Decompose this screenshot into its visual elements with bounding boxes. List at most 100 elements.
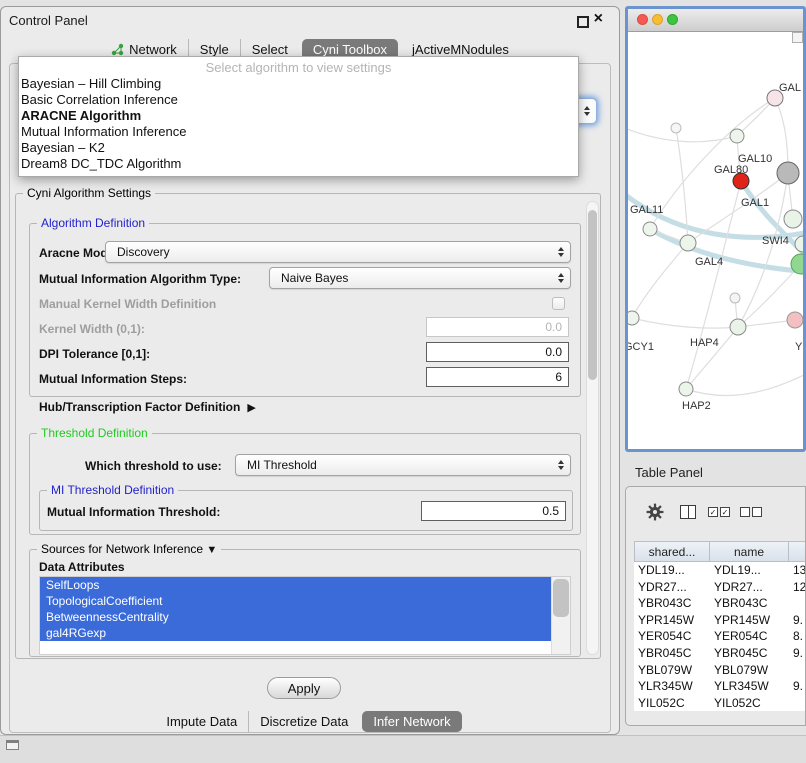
tab-label: Style [200, 42, 229, 57]
node-label: Y [795, 341, 803, 353]
table-row[interactable]: YBR043C YBR043C [634, 595, 806, 612]
algorithm-option[interactable]: ARACNE Algorithm [19, 108, 578, 124]
settings-scrollbar[interactable] [586, 201, 599, 655]
tab-label: Select [252, 42, 288, 57]
mi-threshold-input[interactable]: 0.5 [421, 501, 566, 521]
node-label: GAL10 [738, 153, 772, 165]
network-edge[interactable] [632, 243, 688, 318]
aracne-mode-select[interactable]: Discovery [105, 241, 571, 263]
gear-icon[interactable] [646, 503, 664, 521]
cell-name: YBL079W [710, 662, 789, 679]
which-threshold-label: Which threshold to use: [85, 459, 222, 473]
network-node[interactable] [643, 222, 657, 236]
network-edge[interactable] [686, 181, 741, 389]
network-canvas[interactable]: GALGAL80GAL10GAL11GAL1SWI4GAL4GCY1HAP4HA… [628, 32, 803, 450]
table-row[interactable]: YLR345W YLR345W 9. [634, 678, 806, 695]
attribute-item[interactable]: BetweennessCentrality [40, 609, 551, 625]
algorithm-option[interactable]: Dream8 DC_TDC Algorithm [19, 156, 578, 172]
attribute-item[interactable]: gal4RGexp [40, 625, 551, 641]
algorithm-option[interactable]: Basic Correlation Inference [19, 92, 578, 108]
column-header-name[interactable]: name [710, 541, 789, 562]
float-window-icon[interactable] [577, 16, 589, 28]
network-node[interactable] [777, 162, 799, 184]
network-node[interactable] [730, 319, 746, 335]
tab-impute-data[interactable]: Impute Data [155, 711, 248, 732]
attribute-list-scrollbar[interactable] [551, 577, 570, 654]
column-header-shared-name[interactable]: shared... [634, 541, 710, 562]
cell-shared-name: YLR345W [634, 678, 710, 695]
algorithm-option[interactable]: Mutual Information Inference [19, 124, 578, 140]
columns-icon[interactable] [680, 505, 696, 519]
network-node[interactable] [730, 293, 740, 303]
column-header-extra[interactable] [789, 541, 806, 562]
node-label: GAL4 [695, 256, 723, 268]
network-node[interactable] [671, 123, 681, 133]
network-edge[interactable] [628, 127, 737, 142]
field-value: 6 [555, 370, 562, 384]
spinner-arrows-icon [558, 460, 564, 470]
cell-name: YDL19... [710, 562, 789, 579]
manual-kernel-width-checkbox[interactable] [552, 297, 565, 310]
network-node[interactable] [787, 312, 803, 328]
kernel-width-input[interactable]: 0.0 [426, 317, 569, 337]
hub-definition-toggle[interactable]: Hub/Transcription Factor Definition ▶ [39, 400, 256, 414]
mi-steps-input[interactable]: 6 [426, 367, 569, 387]
deselect-all-checkboxes-icon[interactable] [740, 507, 762, 517]
field-value: 0.5 [542, 504, 559, 518]
attribute-list-scrollbar-thumb[interactable] [553, 579, 569, 617]
apply-button[interactable]: Apply [267, 677, 341, 699]
dpi-tolerance-input[interactable]: 0.0 [426, 342, 569, 362]
tab-infer-network[interactable]: Infer Network [362, 711, 461, 732]
table-panel-window: ✓ ✓ shared... name YDL19... YDL19... 13 … [625, 486, 806, 726]
traffic-light-close-icon[interactable] [637, 14, 648, 25]
network-node[interactable] [679, 382, 693, 396]
cell-shared-name: YBR045C [634, 645, 710, 662]
data-attributes-label: Data Attributes [39, 560, 125, 574]
control-panel-window: Control Panel × Network Style Select Cyn… [0, 6, 620, 735]
group-title: Cyni Algorithm Settings [23, 186, 155, 201]
traffic-light-minimize-icon[interactable] [652, 14, 663, 25]
table-row[interactable]: YER054C YER054C 8. [634, 628, 806, 645]
table-row[interactable]: YPR145W YPR145W 9. [634, 612, 806, 629]
settings-scrollbar-thumb[interactable] [588, 210, 597, 380]
mini-panel-icon[interactable] [6, 740, 19, 750]
algorithm-option[interactable]: Bayesian – Hill Climbing [19, 76, 578, 92]
network-node[interactable] [680, 235, 696, 251]
network-node[interactable] [730, 129, 744, 143]
cell-extra: 9. [789, 645, 806, 662]
attribute-item[interactable]: SelfLoops [40, 577, 551, 593]
cell-shared-name: YDR27... [634, 579, 710, 596]
cell-shared-name: YPR145W [634, 612, 710, 629]
algorithm-dropdown-popup: Select algorithm to view settings Bayesi… [18, 56, 579, 177]
node-label: HAP2 [682, 400, 711, 412]
close-icon[interactable]: × [594, 10, 603, 28]
network-edge[interactable] [632, 318, 738, 328]
table-row[interactable]: YIL052C YIL052C [634, 695, 806, 712]
tab-label: Infer Network [373, 714, 450, 729]
select-all-checkboxes-icon[interactable]: ✓ ✓ [708, 507, 730, 517]
traffic-light-zoom-icon[interactable] [667, 14, 678, 25]
tab-discretize-data[interactable]: Discretize Data [248, 711, 359, 732]
table-row[interactable]: YDL19... YDL19... 13 [634, 562, 806, 579]
network-edge[interactable] [686, 373, 803, 396]
mi-algorithm-type-select[interactable]: Naive Bayes [269, 267, 571, 289]
network-edge[interactable] [738, 320, 795, 327]
network-window-titlebar[interactable] [628, 9, 803, 32]
table-row[interactable]: YBL079W YBL079W [634, 662, 806, 679]
network-node[interactable] [628, 311, 639, 325]
network-view-window: GALGAL80GAL10GAL11GAL1SWI4GAL4GCY1HAP4HA… [625, 6, 806, 452]
network-node[interactable] [784, 210, 802, 228]
network-graph: GALGAL80GAL10GAL11GAL1SWI4GAL4GCY1HAP4HA… [628, 32, 803, 450]
canvas-scroll-corner[interactable] [792, 32, 803, 43]
network-tab-icon [111, 43, 124, 56]
attribute-item[interactable]: TopologicalCoefficient [40, 593, 551, 609]
spinner-arrows-icon [558, 247, 564, 257]
which-threshold-select[interactable]: MI Threshold [235, 454, 571, 476]
table-row[interactable]: YBR045C YBR045C 9. [634, 645, 806, 662]
sources-toggle[interactable]: Sources for Network Inference ▼ [37, 542, 221, 558]
mi-steps-label: Mutual Information Steps: [39, 372, 187, 386]
network-node[interactable] [795, 236, 803, 252]
algorithm-option[interactable]: Bayesian – K2 [19, 140, 578, 156]
table-row[interactable]: YDR27... YDR27... 12 [634, 579, 806, 596]
node-label: GAL1 [741, 197, 769, 209]
